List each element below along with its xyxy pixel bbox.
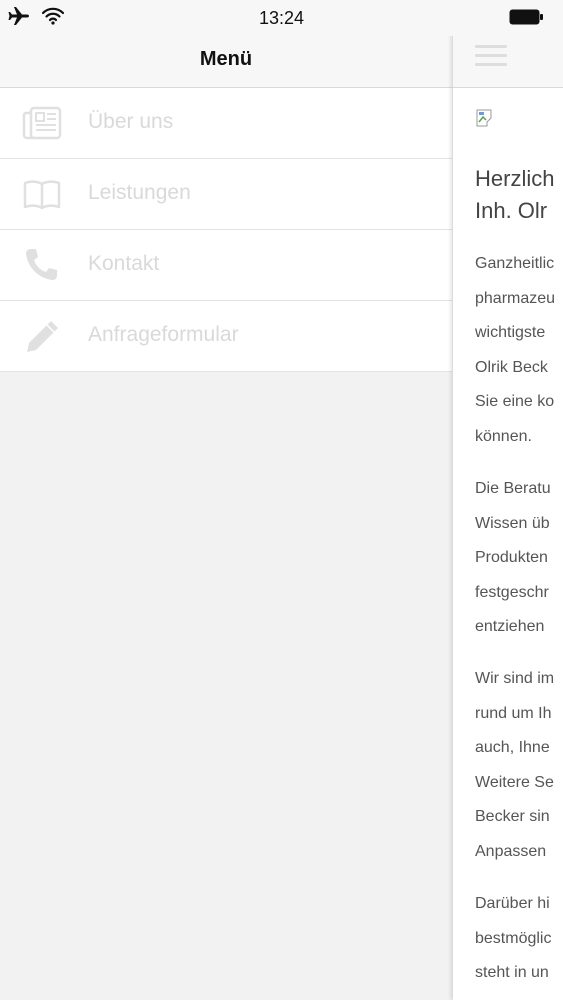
menu-item-label: Über uns <box>88 110 174 133</box>
content-topbar <box>453 36 563 88</box>
menu-item-ueber-uns[interactable]: Über uns <box>0 88 452 159</box>
menu-item-kontakt[interactable]: Kontakt <box>0 230 452 301</box>
menu-item-label: Kontakt <box>88 252 160 275</box>
menu-title: Menü <box>199 48 253 70</box>
paragraph-4: Darüber hi bestmöglic steht in un <box>475 895 552 981</box>
paragraph-2: Die Beratu Wissen üb Produkten festgesch… <box>475 480 551 635</box>
paragraph-3: Wir sind im rund um Ih auch, Ihne Weiter… <box>475 670 555 860</box>
hamburger-icon[interactable] <box>475 45 507 69</box>
broken-image-icon <box>476 109 492 127</box>
phone-icon <box>26 249 57 280</box>
menu-header: Menü <box>0 36 452 88</box>
menu-panel: Menü Über uns Leistungen Kontakt Anfrage… <box>0 0 452 1000</box>
menu-item-leistungen[interactable]: Leistungen <box>0 159 452 230</box>
menu-item-label: Leistungen <box>88 181 191 204</box>
paragraph-1: Ganzheitlic pharmazeu wichtigste Olrik B… <box>475 255 556 445</box>
pencil-icon <box>27 321 58 352</box>
status-bar: 13:24 <box>0 0 563 36</box>
menu-item-anfrageformular[interactable]: Anfrageformular <box>0 301 452 372</box>
newspaper-icon <box>22 106 62 140</box>
battery-icon <box>509 9 543 25</box>
book-icon <box>23 180 61 210</box>
page-title: Herzlich Inh. Olr <box>475 166 555 223</box>
menu-list: Über uns Leistungen Kontakt Anfrageformu… <box>0 88 452 372</box>
status-time: 13:24 <box>258 8 305 28</box>
content-panel[interactable]: Herzlich Inh. Olr Ganzheitlic pharmazeu … <box>453 0 563 1000</box>
menu-item-label: Anfrageformular <box>88 323 239 346</box>
